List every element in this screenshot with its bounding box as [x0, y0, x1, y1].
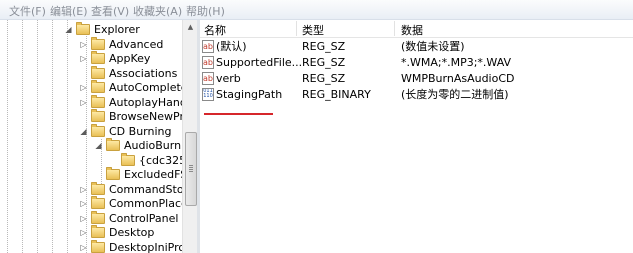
folder-icon [91, 36, 105, 50]
value-data: WMPBurnAsAudioCD [401, 72, 515, 85]
expand-arrow-icon[interactable]: ▷ [79, 98, 88, 107]
folder-icon [91, 225, 105, 238]
menu-favorites[interactable]: 收藏夹(A) [133, 3, 182, 19]
value-type: REG_BINARY [302, 88, 371, 101]
folder-icon [91, 51, 105, 64]
scroll-up-icon[interactable]: ▲ [183, 20, 198, 35]
tree-item[interactable]: ▷ DesktopIniProp [0, 239, 182, 253]
folder-icon [91, 94, 105, 108]
column-header-row: 名称 类型 数据 [200, 20, 633, 38]
column-header-data[interactable]: 数据 [401, 22, 423, 38]
folder-icon [76, 22, 90, 35]
string-value-icon: ab [202, 72, 214, 85]
expand-arrow-icon[interactable]: ▷ [79, 83, 88, 92]
menu-edit[interactable]: 编辑(E) [50, 3, 88, 19]
folder-icon [91, 65, 105, 79]
folder-icon [106, 138, 120, 151]
tree-scrollbar[interactable]: ▲ [182, 20, 198, 253]
menu-bar: 文件(F) 编辑(E) 查看(V) 收藏夹(A) 帮助(H) [0, 0, 633, 20]
expand-arrow-icon[interactable]: ▷ [79, 199, 88, 208]
value-data: (长度为零的二进制值) [401, 88, 509, 101]
column-header-name[interactable]: 名称 [204, 22, 226, 38]
highlight-underline [204, 113, 273, 115]
expand-arrow-icon[interactable]: ▷ [79, 243, 88, 252]
folder-icon [91, 181, 105, 195]
expand-arrow-icon[interactable]: ▷ [79, 185, 88, 194]
value-name: StagingPath [216, 88, 283, 101]
registry-key-tree[interactable]: ◢ Explorer ▷ Advanced ▷ AppKey Associations ▷ Au… [0, 20, 182, 253]
registry-value-row[interactable]: 011 110 StagingPath REG_BINARY (长度为零的二进制值) [200, 87, 633, 103]
registry-values-list: 名称 类型 数据 ab (默认) REG_SZ (数值未设置) ab SupportedF… [200, 20, 633, 253]
collapse-arrow-icon[interactable]: ◢ [94, 141, 103, 150]
folder-icon [106, 167, 120, 180]
expand-arrow-icon[interactable]: ▷ [79, 214, 88, 223]
expand-arrow-icon[interactable]: ▷ [79, 40, 88, 49]
registry-value-row[interactable]: ab (默认) REG_SZ (数值未设置) [200, 39, 633, 55]
menu-view[interactable]: 查看(V) [91, 3, 129, 19]
scroll-thumb[interactable] [185, 132, 197, 206]
folder-icon [121, 152, 135, 166]
value-data: *.WMA;*.MP3;*.WAV [401, 56, 512, 69]
folder-icon [91, 239, 105, 253]
registry-value-row[interactable]: ab SupportedFile... REG_SZ *.WMA;*.MP3;*.WA… [200, 55, 633, 71]
folder-icon [91, 80, 105, 93]
folder-icon [91, 210, 105, 224]
registry-value-row[interactable]: ab verb REG_SZ WMPBurnAsAudioCD [200, 71, 633, 87]
string-value-icon: ab [202, 40, 214, 53]
value-type: REG_SZ [302, 56, 346, 69]
value-name: SupportedFile... [216, 56, 303, 69]
column-header-type[interactable]: 类型 [302, 22, 324, 38]
value-type: REG_SZ [302, 40, 346, 53]
tree-item-label: DesktopIniProp [109, 240, 182, 253]
folder-icon [91, 196, 105, 209]
folder-icon [91, 109, 105, 122]
folder-icon [91, 123, 105, 137]
value-type: REG_SZ [302, 72, 346, 85]
menu-help[interactable]: 帮助(H) [186, 3, 225, 19]
expand-arrow-icon[interactable]: ▷ [79, 228, 88, 237]
expand-arrow-icon[interactable]: ▷ [79, 54, 88, 63]
collapse-arrow-icon[interactable]: ◢ [64, 25, 73, 34]
binary-value-icon: 011 110 [202, 88, 214, 101]
value-data: (数值未设置) [401, 40, 465, 53]
string-value-icon: ab [202, 56, 214, 69]
menu-file[interactable]: 文件(F) [9, 3, 46, 19]
value-name: verb [216, 72, 241, 85]
collapse-arrow-icon[interactable]: ◢ [79, 127, 88, 136]
value-name: (默认) [216, 40, 247, 53]
